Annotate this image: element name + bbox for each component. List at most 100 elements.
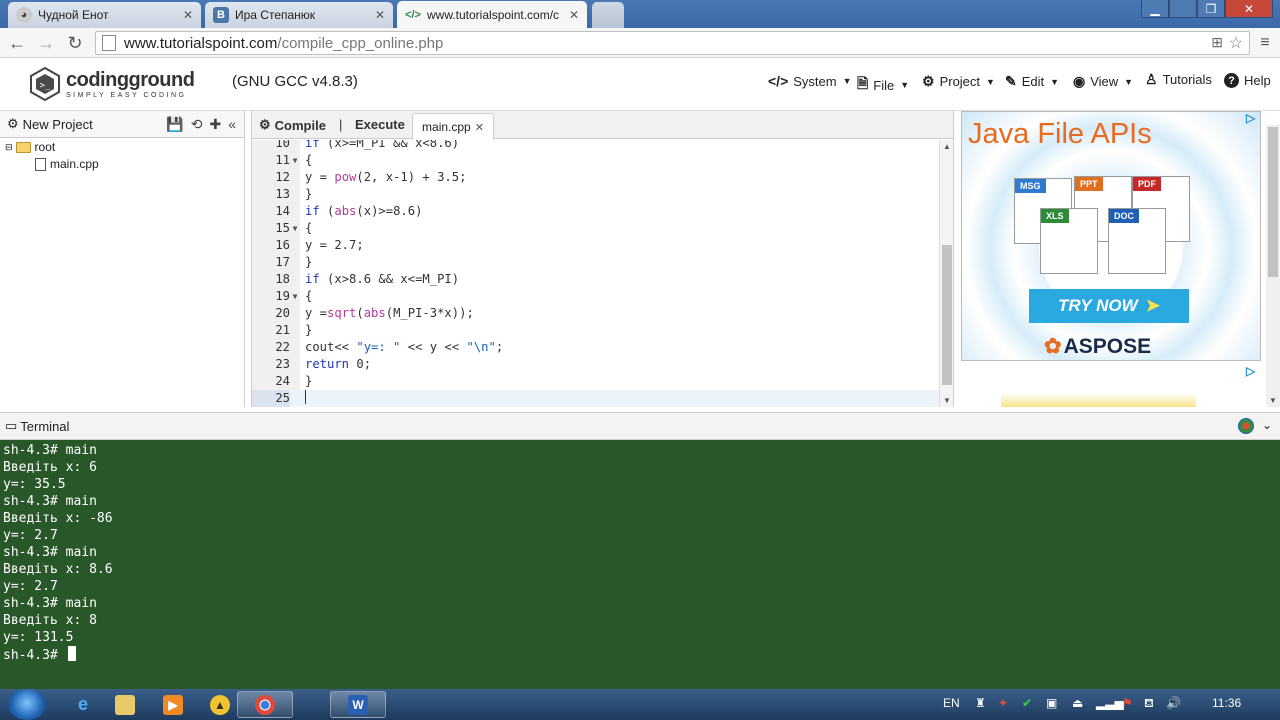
menu-label: System	[793, 73, 837, 89]
file-icon: 🗎	[857, 75, 869, 91]
collapse-panel-icon[interactable]: «	[228, 116, 236, 133]
gear-icon[interactable]: ⚙	[7, 116, 19, 132]
code-line[interactable]: 20 y =sqrt(abs(M_PI-3*x));	[252, 305, 940, 322]
adchoices-icon[interactable]: ▷	[1246, 111, 1260, 125]
code-line[interactable]: 21}	[252, 322, 940, 339]
code-line[interactable]: 11 ▼ {	[252, 152, 940, 169]
try-now-button[interactable]: TRY NOW ➤	[1029, 289, 1189, 323]
tray-device-icon[interactable]: ⛾	[1144, 696, 1154, 712]
bookmark-star-icon[interactable]: ☆	[1229, 33, 1243, 53]
fold-arrow-icon[interactable]: ▼	[290, 152, 300, 169]
menu-view[interactable]: ◉ View ▼	[1073, 73, 1133, 90]
new-tab-button[interactable]	[592, 2, 624, 28]
terminal-line: Введіть x: -86	[3, 511, 113, 526]
address-bar[interactable]: www.tutorialspoint.com/compile_cpp_onlin…	[95, 31, 1250, 55]
terminal-line: y=: 2.7	[3, 579, 58, 594]
taskbar-word[interactable]: W	[330, 691, 386, 718]
volume-icon[interactable]: 🔊	[1166, 696, 1181, 710]
tray-usb-icon[interactable]: ⏏	[1072, 696, 1083, 710]
code-text: y = 2.7;	[305, 238, 364, 252]
code-line[interactable]: 22 cout<< "y=: " << y << "\n";	[252, 339, 940, 356]
start-button[interactable]	[8, 689, 46, 720]
scrollbar-thumb[interactable]	[1268, 127, 1278, 277]
browser-tab-3[interactable]: </> www.tutorialspoint.com/c ✕	[397, 1, 587, 28]
refresh-icon[interactable]: ⟲	[191, 116, 203, 133]
code-line[interactable]: 18 if (x>8.6 && x<=M_PI)	[252, 271, 940, 288]
raccoon-icon: ◕	[16, 7, 32, 23]
close-tab-icon[interactable]: ✕	[569, 8, 579, 22]
translate-icon[interactable]: ⊞	[1211, 34, 1223, 51]
close-tab-icon[interactable]: ✕	[183, 8, 193, 22]
scroll-up-icon[interactable]: ▲	[943, 142, 951, 151]
menu-system[interactable]: </> System ▼	[768, 73, 852, 89]
ad-scrollbar[interactable]: ▼	[1266, 125, 1280, 407]
tray-flag-icon[interactable]: ⚑	[1122, 696, 1133, 710]
terminal-output[interactable]: sh-4.3# main Введіть x: 6 y=: 35.5 sh-4.3# …	[0, 440, 1280, 689]
chrome-menu-icon[interactable]: ≡	[1254, 32, 1276, 54]
code-line[interactable]: 25	[252, 390, 940, 407]
line-number: 17	[275, 255, 290, 269]
taskbar-chrome[interactable]	[237, 691, 293, 718]
tree-file[interactable]: main.cpp	[35, 157, 99, 171]
tree-collapse-icon[interactable]: ⊟	[5, 142, 13, 153]
scroll-down-icon[interactable]: ▼	[1269, 396, 1277, 405]
menu-project[interactable]: ⚙ Project ▼	[922, 73, 995, 90]
code-line[interactable]: 17}	[252, 254, 940, 271]
menu-edit[interactable]: ✎ Edit ▼	[1005, 73, 1059, 90]
terminal-line: sh-4.3# main	[3, 596, 97, 611]
scrollbar-thumb[interactable]	[942, 245, 952, 385]
adchoices-icon[interactable]: ▷	[1246, 364, 1260, 378]
ad-banner-2[interactable]	[1001, 393, 1196, 407]
chevron-down-icon[interactable]: ⌄	[1262, 418, 1272, 432]
add-icon[interactable]: ✚	[209, 116, 221, 133]
back-button[interactable]: ←	[6, 32, 28, 54]
ad-brand-label: ASPOSE	[1063, 335, 1152, 358]
tree-root[interactable]: ⊟ root	[5, 140, 55, 154]
browser-tab-1[interactable]: ◕ Чудной Енот ✕	[8, 2, 201, 28]
close-tab-icon[interactable]: ✕	[475, 121, 484, 134]
menu-file[interactable]: 🗎 File ▼	[857, 73, 909, 97]
tray-icon-2[interactable]: ✦	[998, 696, 1008, 710]
maximize-button[interactable]: ❐	[1197, 0, 1225, 18]
code-line[interactable]: 14 if (abs(x)>=8.6)	[252, 203, 940, 220]
menu-tutorials[interactable]: ♙ Tutorials	[1145, 71, 1212, 88]
code-editor[interactable]: 10 if (x>=M_PI && x<8.6) 11 ▼{12 y = pow(2, …	[252, 140, 940, 407]
browser-tab-2[interactable]: В Ира Степанюк ✕	[205, 2, 393, 28]
execute-button[interactable]: Execute	[355, 117, 405, 132]
code-line[interactable]: 13}	[252, 186, 940, 203]
svg-text:>_: >_	[40, 81, 51, 91]
logo[interactable]: >_ codingground SIMPLY EASY CODING	[28, 65, 198, 105]
language-indicator[interactable]: EN	[943, 696, 960, 710]
reload-button[interactable]: ↻	[64, 32, 86, 54]
menu-help[interactable]: ? Help	[1224, 73, 1271, 88]
code-line[interactable]: 15 ▼ {	[252, 220, 940, 237]
save-icon[interactable]: 💾	[166, 116, 183, 133]
code-line[interactable]: 12 y = pow(2, x-1) + 3.5;	[252, 169, 940, 186]
fold-arrow-icon[interactable]: ▼	[290, 220, 300, 237]
tray-monitor-icon[interactable]: ▣	[1046, 696, 1057, 710]
scroll-down-icon[interactable]: ▼	[943, 396, 951, 405]
tree-file-label: main.cpp	[50, 157, 99, 171]
clock[interactable]: 11:36	[1212, 696, 1241, 710]
ad-banner[interactable]: Java File APIs MSG PPT PDF XLS DOC TRY N…	[961, 111, 1261, 361]
code-line[interactable]: 16 y = 2.7;	[252, 237, 940, 254]
fold-arrow-icon[interactable]: ▼	[290, 288, 300, 305]
aspose-logo-icon: ✿	[1044, 335, 1062, 358]
close-tab-icon[interactable]: ✕	[375, 8, 385, 22]
code-line[interactable]: 19 ▼ {	[252, 288, 940, 305]
forward-button[interactable]: →	[35, 32, 57, 54]
file-tab[interactable]: main.cpp ✕	[412, 113, 494, 140]
code-line[interactable]: 23 return 0;	[252, 356, 940, 373]
tray-check-icon[interactable]: ✔	[1022, 696, 1032, 710]
ie-icon: e	[77, 694, 88, 714]
network-icon[interactable]: ▂▃▅	[1096, 696, 1124, 710]
line-number: 19	[275, 289, 290, 303]
minimize-button[interactable]: ▁	[1141, 0, 1169, 18]
close-window-button[interactable]: ✕	[1225, 0, 1273, 18]
tray-icon-1[interactable]: ♜	[975, 696, 986, 710]
compile-button[interactable]: ⚙ Compile	[259, 117, 326, 133]
code-line[interactable]: 10 if (x>=M_PI && x<8.6)	[252, 140, 940, 152]
theme-icon[interactable]	[1238, 418, 1254, 434]
code-line[interactable]: 24}	[252, 373, 940, 390]
editor-scrollbar[interactable]: ▲ ▼	[939, 140, 953, 407]
